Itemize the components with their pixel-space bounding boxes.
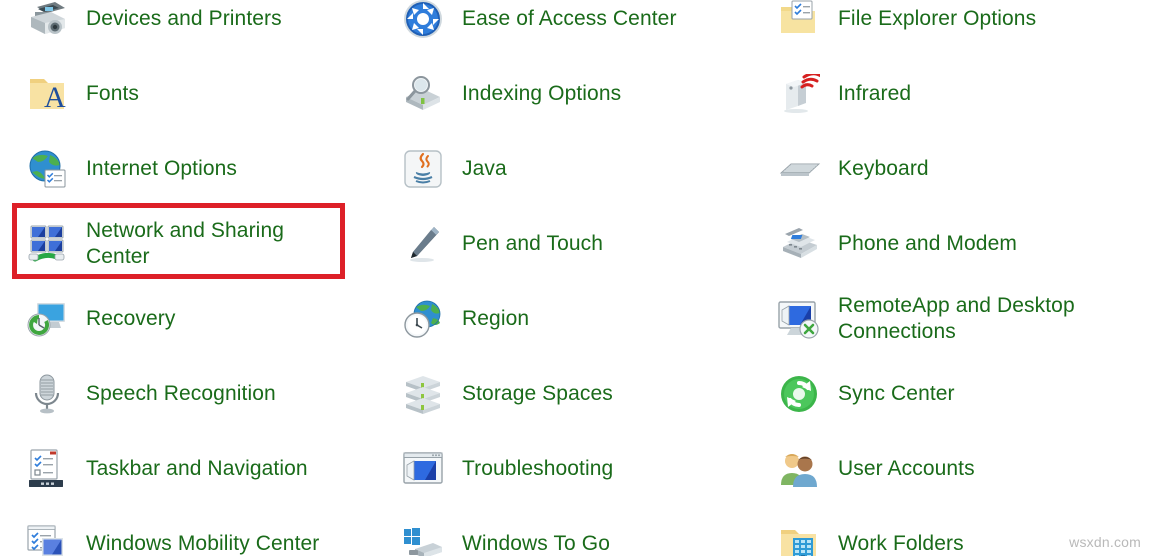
control-panel-item-troubleshooting[interactable]: Troubleshooting: [388, 432, 721, 506]
svg-text:A: A: [44, 81, 66, 114]
control-panel-item-internet-options[interactable]: Internet Options: [12, 132, 345, 206]
phone-and-modem-icon[interactable]: [776, 220, 822, 268]
control-panel-item-work-folders[interactable]: Work Folders: [764, 507, 1097, 556]
control-panel-item-label[interactable]: Troubleshooting: [462, 456, 613, 482]
control-panel-row: Taskbar and Navigation Troubleshooting U…: [0, 432, 1153, 507]
control-panel-item-region[interactable]: Region: [388, 282, 721, 356]
control-panel-row: Internet Options Java Keyboard: [0, 132, 1153, 207]
control-panel-item-partial[interactable]: [1140, 57, 1153, 131]
control-panel-item-label[interactable]: Indexing Options: [462, 81, 621, 107]
control-panel-item-partial[interactable]: [1140, 207, 1153, 281]
work-folders-icon[interactable]: [776, 520, 822, 556]
control-panel-item-label[interactable]: Recovery: [86, 306, 176, 332]
control-panel-item-label[interactable]: Ease of Access Center: [462, 6, 677, 32]
control-panel-item-storage-spaces[interactable]: Storage Spaces: [388, 357, 721, 431]
control-panel-item-label[interactable]: Pen and Touch: [462, 231, 603, 257]
control-panel-item-fonts[interactable]: A Fonts: [12, 57, 345, 131]
region-icon[interactable]: [400, 295, 446, 343]
storage-spaces-icon[interactable]: [400, 370, 446, 418]
control-panel-item-keyboard[interactable]: Keyboard: [764, 132, 1097, 206]
control-panel-item-label[interactable]: File Explorer Options: [838, 6, 1036, 32]
taskbar-and-navigation-icon[interactable]: [24, 445, 70, 493]
control-panel-item-windows-to-go[interactable]: Windows To Go: [388, 507, 721, 556]
devices-and-printers-icon[interactable]: [24, 0, 70, 43]
control-panel-item-ease-of-access-center[interactable]: Ease of Access Center: [388, 0, 721, 56]
control-panel-item-partial[interactable]: [1140, 432, 1153, 506]
control-panel-item-partial[interactable]: [1140, 132, 1153, 206]
control-panel-row: A Fonts Indexing Options Infrared: [0, 57, 1153, 132]
control-panel-item-user-accounts[interactable]: User Accounts: [764, 432, 1097, 506]
control-panel-item-network-and-sharing-center[interactable]: Network and Sharing Center: [12, 207, 345, 281]
control-panel-item-label[interactable]: User Accounts: [838, 456, 975, 482]
control-panel-item-label[interactable]: Devices and Printers: [86, 6, 282, 32]
control-panel-item-infrared[interactable]: Infrared: [764, 57, 1097, 131]
control-panel-item-pen-and-touch[interactable]: Pen and Touch: [388, 207, 721, 281]
network-and-sharing-center-icon[interactable]: [24, 220, 70, 268]
file-explorer-options-icon[interactable]: [776, 0, 822, 43]
control-panel-row: Recovery Region RemoteApp and Desktop Co…: [0, 282, 1153, 357]
ease-of-access-center-icon[interactable]: [400, 0, 446, 43]
windows-mobility-center-icon[interactable]: [24, 520, 70, 556]
control-panel-row: Speech Recognition Storage Spaces Sync C…: [0, 357, 1153, 432]
control-panel-item-label[interactable]: Storage Spaces: [462, 381, 613, 407]
control-panel-item-taskbar-and-navigation[interactable]: Taskbar and Navigation: [12, 432, 345, 506]
indexing-options-icon[interactable]: [400, 70, 446, 118]
control-panel-item-label[interactable]: Keyboard: [838, 156, 929, 182]
control-panel-item-java[interactable]: Java: [388, 132, 721, 206]
control-panel-item-label[interactable]: Internet Options: [86, 156, 237, 182]
fonts-icon[interactable]: A: [24, 70, 70, 118]
control-panel-item-partial[interactable]: [1140, 282, 1153, 356]
internet-options-icon[interactable]: [24, 145, 70, 193]
remoteapp-and-desktop-connections-icon[interactable]: [776, 295, 822, 343]
control-panel-row: Network and Sharing Center Pen and Touch…: [0, 207, 1153, 282]
control-panel-item-speech-recognition[interactable]: Speech Recognition: [12, 357, 345, 431]
control-panel-row: Devices and Printers Ease of Access Cent…: [0, 0, 1153, 57]
troubleshooting-icon[interactable]: [400, 445, 446, 493]
control-panel-item-devices-and-printers[interactable]: Devices and Printers: [12, 0, 345, 56]
control-panel-item-label[interactable]: Java: [462, 156, 507, 182]
control-panel-row: Windows Mobility Center Windows To Go Wo…: [0, 507, 1153, 556]
control-panel-item-partial[interactable]: [1140, 0, 1153, 56]
control-panel-item-label[interactable]: Network and Sharing Center: [86, 218, 344, 270]
control-panel-item-label[interactable]: Fonts: [86, 81, 139, 107]
control-panel-item-partial[interactable]: [1140, 357, 1153, 431]
control-panel-item-label[interactable]: Phone and Modem: [838, 231, 1017, 257]
control-panel-item-recovery[interactable]: Recovery: [12, 282, 345, 356]
control-panel-item-label[interactable]: RemoteApp and Desktop Connections: [838, 293, 1096, 345]
control-panel-items-view: Devices and Printers Ease of Access Cent…: [0, 0, 1153, 556]
control-panel-item-sync-center[interactable]: Sync Center: [764, 357, 1097, 431]
control-panel-item-indexing-options[interactable]: Indexing Options: [388, 57, 721, 131]
control-panel-item-label[interactable]: Windows Mobility Center: [86, 531, 319, 556]
windows-to-go-icon[interactable]: [400, 520, 446, 556]
control-panel-item-remoteapp-and-desktop-connections[interactable]: RemoteApp and Desktop Connections: [764, 282, 1097, 356]
infrared-icon[interactable]: [776, 70, 822, 118]
control-panel-item-label[interactable]: Work Folders: [838, 531, 964, 556]
control-panel-item-label[interactable]: Region: [462, 306, 529, 332]
control-panel-item-file-explorer-options[interactable]: File Explorer Options: [764, 0, 1097, 56]
java-icon[interactable]: [400, 145, 446, 193]
recovery-icon[interactable]: [24, 295, 70, 343]
control-panel-item-label[interactable]: Infrared: [838, 81, 911, 107]
control-panel-item-label[interactable]: Sync Center: [838, 381, 955, 407]
control-panel-item-phone-and-modem[interactable]: Phone and Modem: [764, 207, 1097, 281]
user-accounts-icon[interactable]: [776, 445, 822, 493]
control-panel-icon-grid: Devices and Printers Ease of Access Cent…: [0, 0, 1153, 556]
control-panel-item-windows-mobility-center[interactable]: Windows Mobility Center: [12, 507, 345, 556]
keyboard-icon[interactable]: [776, 145, 822, 193]
control-panel-item-label[interactable]: Speech Recognition: [86, 381, 276, 407]
control-panel-item-label[interactable]: Windows To Go: [462, 531, 610, 556]
speech-recognition-icon[interactable]: [24, 370, 70, 418]
control-panel-item-label[interactable]: Taskbar and Navigation: [86, 456, 308, 482]
watermark-label: wsxdn.com: [1069, 534, 1141, 550]
sync-center-icon[interactable]: [776, 370, 822, 418]
control-panel-item-partial[interactable]: [1140, 507, 1153, 556]
pen-and-touch-icon[interactable]: [400, 220, 446, 268]
